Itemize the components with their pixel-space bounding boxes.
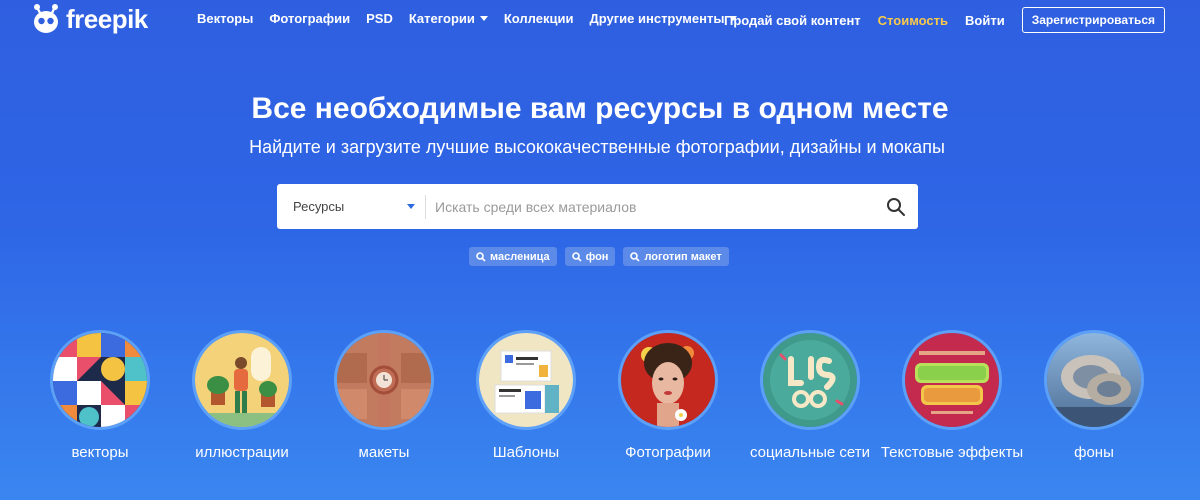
freepik-logo[interactable]: freepik — [30, 3, 148, 35]
nav-psd-label: PSD — [366, 11, 393, 26]
category-label: иллюстрации — [195, 444, 289, 461]
suggested-tag-label: масленица — [490, 250, 550, 263]
photos-thumbnail — [618, 330, 718, 430]
nav-actions: Продай свой контент Стоимость Войти Заре… — [707, 7, 1165, 33]
resource-type-select[interactable]: Ресурсы — [277, 194, 426, 219]
search-icon — [476, 251, 486, 262]
nav-other-tools-label: Другие инструменты — [589, 11, 725, 26]
nav-photos-label: Фотографии — [269, 11, 351, 26]
nav-vectors-label: Векторы — [197, 11, 254, 26]
templates-thumbnail — [476, 330, 576, 430]
nav-categories-label: Категории — [408, 11, 475, 26]
category-label: векторы — [71, 444, 129, 461]
register-button[interactable]: Зарегистрироваться — [1021, 7, 1165, 33]
nav-psd[interactable]: PSD — [366, 11, 393, 26]
login-link[interactable]: Войти — [965, 13, 1005, 28]
search-button[interactable] — [874, 184, 918, 229]
category-backgrounds[interactable]: фоны — [1019, 330, 1169, 461]
brand-name: freepik — [66, 3, 148, 34]
nav-categories[interactable]: Категории — [409, 11, 488, 26]
category-mockups[interactable]: макеты — [309, 330, 459, 461]
social-media-thumbnail — [760, 330, 860, 430]
sell-content-link[interactable]: Продай свой контент — [724, 13, 861, 28]
mockups-thumbnail — [334, 330, 434, 430]
search-icon — [887, 197, 905, 216]
category-label: Текстовые эффекты — [880, 444, 1024, 461]
suggested-tag-label: фон — [585, 250, 609, 263]
suggested-tag[interactable]: логотип макет — [623, 247, 729, 266]
text-effects-thumbnail — [902, 330, 1002, 430]
nav-collections-label: Коллекции — [503, 11, 574, 26]
category-label: Шаблоны — [492, 444, 560, 461]
category-text-effects[interactable]: Текстовые эффекты — [877, 330, 1027, 461]
search-icon — [630, 251, 641, 262]
hero-subtitle: Найдите и загрузите лучшие высококачеств… — [249, 137, 945, 157]
nav-photos[interactable]: Фотографии — [269, 11, 350, 26]
top-navbar: freepik Векторы Фотографии PSD Категории… — [0, 0, 1200, 40]
category-photos[interactable]: Фотографии — [593, 330, 743, 461]
suggested-tag[interactable]: фон — [564, 247, 616, 266]
backgrounds-thumbnail — [1044, 330, 1144, 430]
vectors-thumbnail — [50, 330, 150, 430]
category-label: социальные сети — [749, 444, 871, 461]
search-bar: Ресурсы — [277, 184, 918, 229]
category-social-media[interactable]: социальные сети — [735, 330, 885, 461]
resource-type-value: Ресурсы — [293, 199, 345, 214]
chevron-down-icon — [407, 204, 415, 209]
search-input[interactable] — [426, 198, 874, 215]
search-icon — [571, 251, 582, 262]
nav-vectors[interactable]: Векторы — [197, 11, 253, 26]
illustrations-thumbnail — [192, 330, 292, 430]
chevron-down-icon — [479, 16, 488, 21]
category-vectors[interactable]: векторы — [25, 330, 175, 461]
main-nav: Векторы Фотографии PSD Категории Коллекц… — [197, 11, 753, 26]
category-label: Фотографии — [625, 444, 711, 461]
category-templates[interactable]: Шаблоны — [451, 330, 601, 461]
freepik-logo-icon — [34, 4, 58, 33]
suggested-tag-label: логотип макет — [644, 250, 722, 263]
pricing-link[interactable]: Стоимость — [878, 13, 948, 28]
suggested-tag[interactable]: масленица — [469, 247, 557, 266]
category-label: фоны — [1074, 444, 1114, 461]
suggested-tags: масленица фон логотип макет — [469, 247, 737, 266]
category-illustrations[interactable]: иллюстрации — [167, 330, 317, 461]
hero-title: Все необходимые вам ресурсы в одном мест… — [251, 92, 949, 125]
nav-collections[interactable]: Коллекции — [504, 11, 574, 26]
category-label: макеты — [358, 444, 410, 461]
